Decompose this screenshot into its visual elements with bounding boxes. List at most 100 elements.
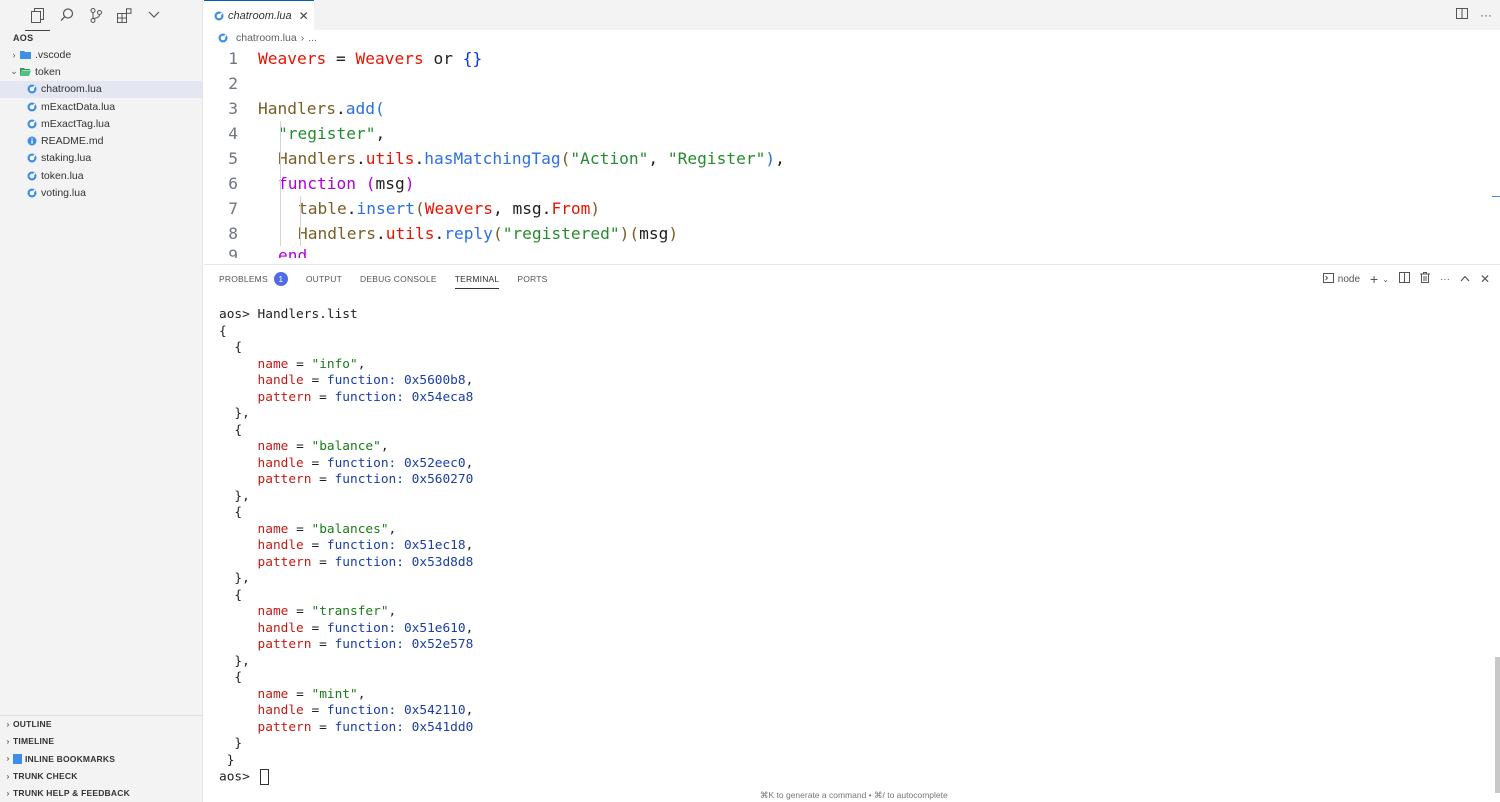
terminal-scrollbar[interactable] (1495, 657, 1500, 793)
trunk-check-section[interactable]: › TRUNK CHECK (0, 767, 203, 784)
lua-file-icon (217, 33, 228, 44)
indent-guide (280, 121, 281, 146)
terminal-line: pattern = function: 0x541dd0 (257, 719, 474, 735)
timeline-section[interactable]: › TIMELINE (0, 733, 203, 750)
bookmark-icon (13, 753, 22, 764)
terminal-line: } (219, 752, 235, 768)
code-line: 3 Handlers.add( (204, 96, 1500, 121)
explorer-section-title[interactable]: AOS (0, 30, 202, 46)
code-text: Weavers = Weavers or {} (258, 49, 483, 68)
split-terminal-icon[interactable] (1398, 272, 1410, 286)
file-tree: › .vscode ⌄ token chatroom.lua mExactDat… (0, 46, 202, 202)
inline-bookmarks-section[interactable]: › INLINE BOOKMARKS (0, 750, 203, 767)
chevron-down-icon[interactable]: ⌄ (1382, 275, 1389, 284)
line-number: 9 (228, 246, 238, 258)
more-actions-icon[interactable]: ··· (1440, 274, 1450, 285)
terminal-line: pattern = function: 0x560270 (257, 472, 474, 487)
tab-chatroom-lua[interactable]: chatroom.lua ✕ (204, 0, 314, 30)
terminal-selector[interactable]: node (1322, 272, 1360, 286)
code-line: 8 Handlers.utils.reply("registered")(msg… (204, 221, 1500, 246)
code-text: Handlers.add( (258, 99, 385, 118)
tree-item-voting-lua[interactable]: voting.lua (0, 184, 202, 201)
tree-item-staking-lua[interactable]: staking.lua (0, 150, 202, 167)
code-line: 4 "register", (204, 121, 1500, 146)
terminal-line: { (219, 505, 243, 520)
terminal-output[interactable]: aos> Handlers.list { { name = "info", ha… (219, 307, 473, 786)
chevron-down-icon: ⌄ (10, 66, 18, 77)
tree-item-readme-md[interactable]: README.md (0, 132, 202, 149)
tree-item-token[interactable]: ⌄ token (0, 63, 202, 80)
breadcrumb-file[interactable]: chatroom.lua (236, 32, 297, 44)
line-number: 8 (228, 224, 238, 243)
maximize-panel-icon[interactable] (1460, 274, 1470, 285)
more-actions-icon[interactable]: ··· (1480, 8, 1492, 22)
lua-file-icon (26, 153, 37, 164)
new-terminal-button[interactable]: + (1370, 271, 1378, 287)
tab-output[interactable]: OUTPUT (306, 265, 342, 293)
sidebar-bottom-panels: › OUTLINE › TIMELINE › INLINE BOOKMARKS … (0, 714, 203, 802)
tab-terminal[interactable]: TERMINAL (454, 265, 500, 293)
tab-debug-console[interactable]: DEBUG CONSOLE (360, 265, 437, 293)
split-editor-icon[interactable] (1456, 8, 1468, 22)
outline-section[interactable]: › OUTLINE (0, 716, 203, 733)
tree-item-mexactdata-lua[interactable]: mExactData.lua (0, 98, 202, 115)
terminal-line: } (219, 736, 243, 751)
close-panel-icon[interactable]: ✕ (1480, 272, 1490, 286)
terminal-line: { (219, 422, 243, 438)
source-control-icon[interactable] (86, 4, 105, 26)
terminal-line: pattern = function: 0x53d8d8 (257, 554, 474, 570)
extensions-icon[interactable] (115, 4, 134, 26)
tree-item-token-lua[interactable]: token.lua (0, 167, 202, 184)
vscode-folder-icon (20, 49, 31, 60)
terminal-line: name = "info", (257, 356, 366, 372)
code-text: table.insert(Weavers, msg.From) (298, 199, 601, 218)
explorer-sidebar: AOS › .vscode ⌄ token chatroom.lua mExac… (0, 0, 203, 802)
chevron-down-icon[interactable] (144, 4, 163, 26)
close-icon[interactable]: ✕ (299, 9, 309, 23)
code-editor[interactable]: 1 Weavers = Weavers or {} 2 3 Handlers.a… (204, 46, 1500, 258)
search-icon[interactable] (57, 4, 76, 26)
editor-area: chatroom.lua ✕ ··· chatroom.lua › ... 1 … (204, 0, 1500, 264)
code-line: 5 Handlers.utils.hasMatchingTag("Action"… (204, 146, 1500, 171)
folder-open-icon (20, 66, 31, 77)
tree-item-mexacttag-lua[interactable]: mExactTag.lua (0, 115, 202, 132)
terminal-hint: ⌘K to generate a command • ⌘/ to autocom… (760, 790, 948, 800)
terminal-line: }, (219, 571, 250, 586)
activity-bar (0, 0, 202, 31)
chevron-right-icon: › (6, 719, 10, 729)
breadcrumb-more[interactable]: ... (308, 32, 317, 44)
code-text: function (msg) (278, 174, 415, 193)
code-line: 2 (204, 71, 1500, 96)
tab-problems[interactable]: PROBLEMS 1 (219, 265, 288, 293)
terminal-line: name = "balance", (257, 439, 389, 454)
trunk-help-section[interactable]: › TRUNK HELP & FEEDBACK (0, 785, 203, 802)
code-line: 1 Weavers = Weavers or {} (204, 46, 1500, 71)
tree-item-chatroom-lua[interactable]: chatroom.lua (0, 80, 202, 98)
lua-file-icon (26, 101, 37, 112)
panel-actions: node + ⌄ ··· ✕ (1322, 271, 1490, 287)
lua-file-icon (26, 118, 37, 129)
lua-file-icon (26, 84, 37, 95)
terminal-line: { (219, 587, 243, 603)
code-text: Handlers.utils.hasMatchingTag("Action", … (278, 149, 785, 168)
terminal-prompt-line: aos> (219, 769, 473, 786)
lua-file-icon (26, 188, 37, 199)
explorer-icon[interactable] (25, 4, 50, 31)
lua-file-icon (26, 170, 37, 181)
terminal-line: pattern = function: 0x54eca8 (257, 389, 474, 405)
terminal-line: handle = function: 0x542110, (257, 703, 474, 718)
bottom-panel: PROBLEMS 1 OUTPUT DEBUG CONSOLE TERMINAL… (204, 264, 1500, 802)
line-number: 7 (228, 199, 238, 218)
lua-file-icon (213, 10, 224, 21)
terminal-line: }, (219, 488, 250, 504)
trash-icon[interactable] (1419, 272, 1430, 286)
terminal-line: name = "mint", (257, 686, 366, 702)
indent-guide (280, 171, 281, 196)
terminal-line: { (219, 323, 227, 339)
indent-guide (280, 221, 281, 246)
terminal-line: aos> Handlers.list (219, 307, 358, 322)
indent-guide (300, 196, 301, 221)
tab-ports[interactable]: PORTS (517, 265, 547, 293)
tree-item-vscode[interactable]: › .vscode (0, 46, 202, 63)
chevron-right-icon: › (12, 49, 16, 60)
